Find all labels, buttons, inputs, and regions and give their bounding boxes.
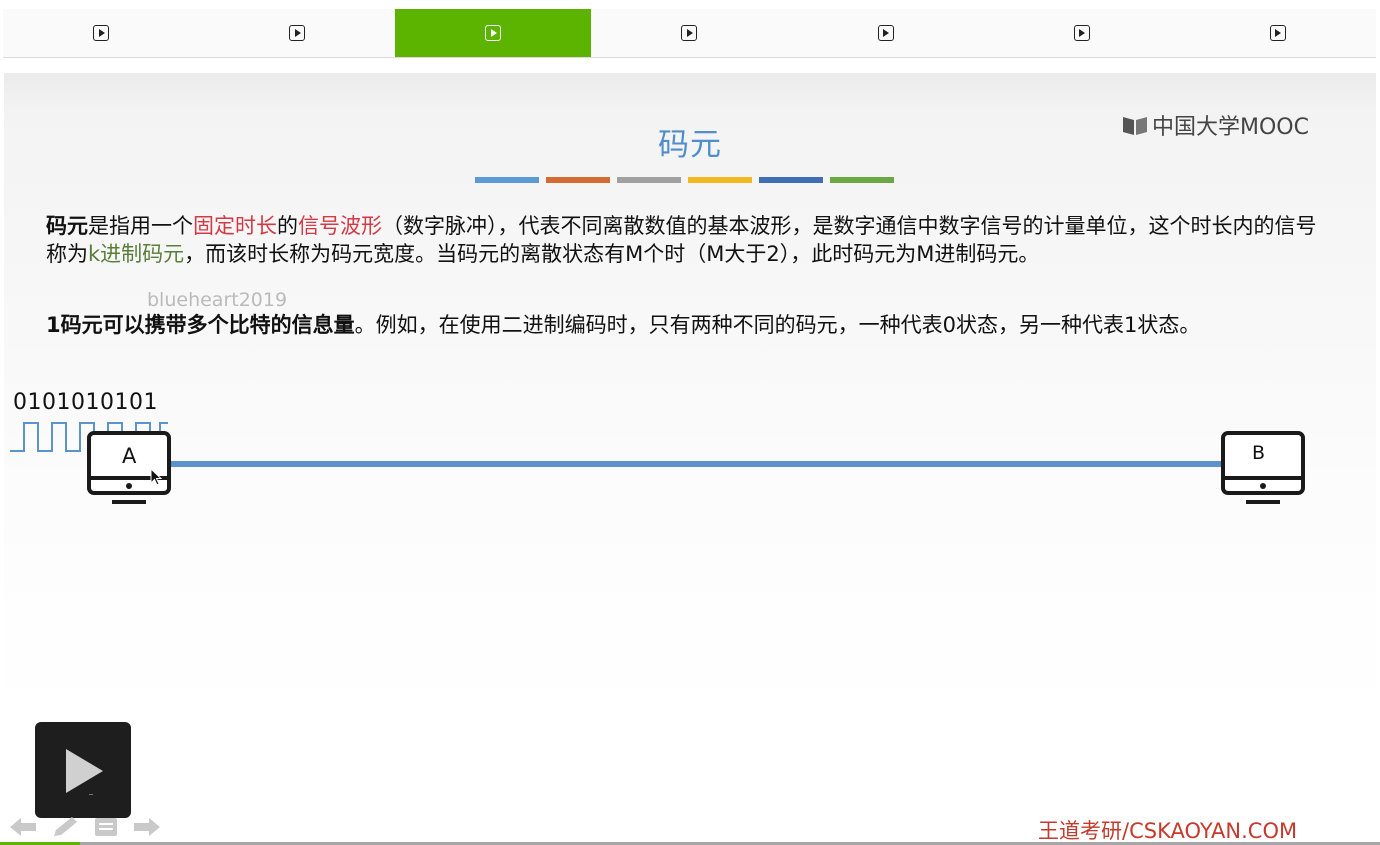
- tab-6[interactable]: [984, 9, 1180, 57]
- lecture-slide: 码元 中国大学MOOC 码元是指用一个固定时长的信号波形（数字脉冲），代表不同离…: [4, 73, 1376, 845]
- highlight-k-ary-symbol: k进制码元: [88, 242, 185, 266]
- emphasis-bits-per-symbol: 1码元可以携带多个比特的信息量: [46, 313, 355, 337]
- mooc-logo-text: 中国大学MOOC: [1152, 115, 1309, 140]
- play-button[interactable]: [35, 722, 131, 818]
- title-bar: [617, 177, 681, 183]
- title-bar: [759, 177, 823, 183]
- title-bar: [830, 177, 894, 183]
- text-run: 的: [277, 214, 298, 238]
- transmission-link: [170, 461, 1226, 467]
- pen-icon[interactable]: [50, 816, 80, 838]
- tab-5[interactable]: [788, 9, 984, 57]
- play-square-icon: [877, 25, 894, 41]
- notes-icon[interactable]: [92, 816, 120, 838]
- tab-7[interactable]: [1180, 9, 1376, 57]
- tab-4[interactable]: [591, 9, 787, 57]
- bit-string: 0101010101: [13, 390, 158, 415]
- arrow-left-icon[interactable]: [8, 816, 38, 838]
- play-square-icon: [681, 25, 698, 41]
- highlight-fixed-duration: 固定时长: [193, 214, 277, 238]
- footer-brand: 王道考研/CSKAOYAN.COM: [1038, 819, 1298, 843]
- book-logo-icon: [1123, 117, 1147, 135]
- text-run: ，而该时长称为码元宽度。当码元的离散状态有M个时（M大于2），此时码元为M进制码…: [184, 242, 1040, 266]
- play-button-indicator: [89, 794, 93, 795]
- mooc-logo: 中国大学MOOC: [1122, 109, 1309, 141]
- mouse-cursor-icon: [150, 468, 163, 486]
- play-square-icon: [289, 25, 306, 41]
- text-run: 是指用一个: [88, 214, 193, 238]
- play-icon: [66, 749, 103, 793]
- title-bar: [688, 177, 752, 183]
- play-square-icon: [485, 25, 502, 41]
- play-square-icon: [1073, 25, 1090, 41]
- arrow-right-icon[interactable]: [132, 816, 162, 838]
- definition-paragraph: 码元是指用一个固定时长的信号波形（数字脉冲），代表不同离散数值的基本波形，是数字…: [46, 212, 1336, 268]
- term-baud: 码元: [46, 214, 88, 238]
- tab-1[interactable]: [3, 9, 199, 57]
- play-square-icon: [1269, 25, 1286, 41]
- title-bar: [475, 177, 539, 183]
- highlight-signal-waveform: 信号波形: [298, 214, 382, 238]
- title-bar: [546, 177, 610, 183]
- bits-per-symbol-paragraph: 1码元可以携带多个比特的信息量。例如，在使用二进制编码时，只有两种不同的码元，一…: [46, 311, 1336, 339]
- title-color-bars: [475, 177, 894, 183]
- host-b-label: B: [1252, 442, 1266, 464]
- tab-3-active[interactable]: [395, 9, 592, 57]
- tab-2[interactable]: [199, 9, 395, 57]
- play-square-icon: [93, 25, 110, 41]
- slide-nav-controls: [8, 816, 162, 838]
- text-run: 。例如，在使用二进制编码时，只有两种不同的码元，一种代表0状态，另一种代表1状态…: [354, 313, 1201, 337]
- host-a-label: A: [122, 444, 137, 468]
- user-watermark: blueheart2019: [147, 289, 288, 311]
- lesson-tab-bar: [3, 9, 1376, 58]
